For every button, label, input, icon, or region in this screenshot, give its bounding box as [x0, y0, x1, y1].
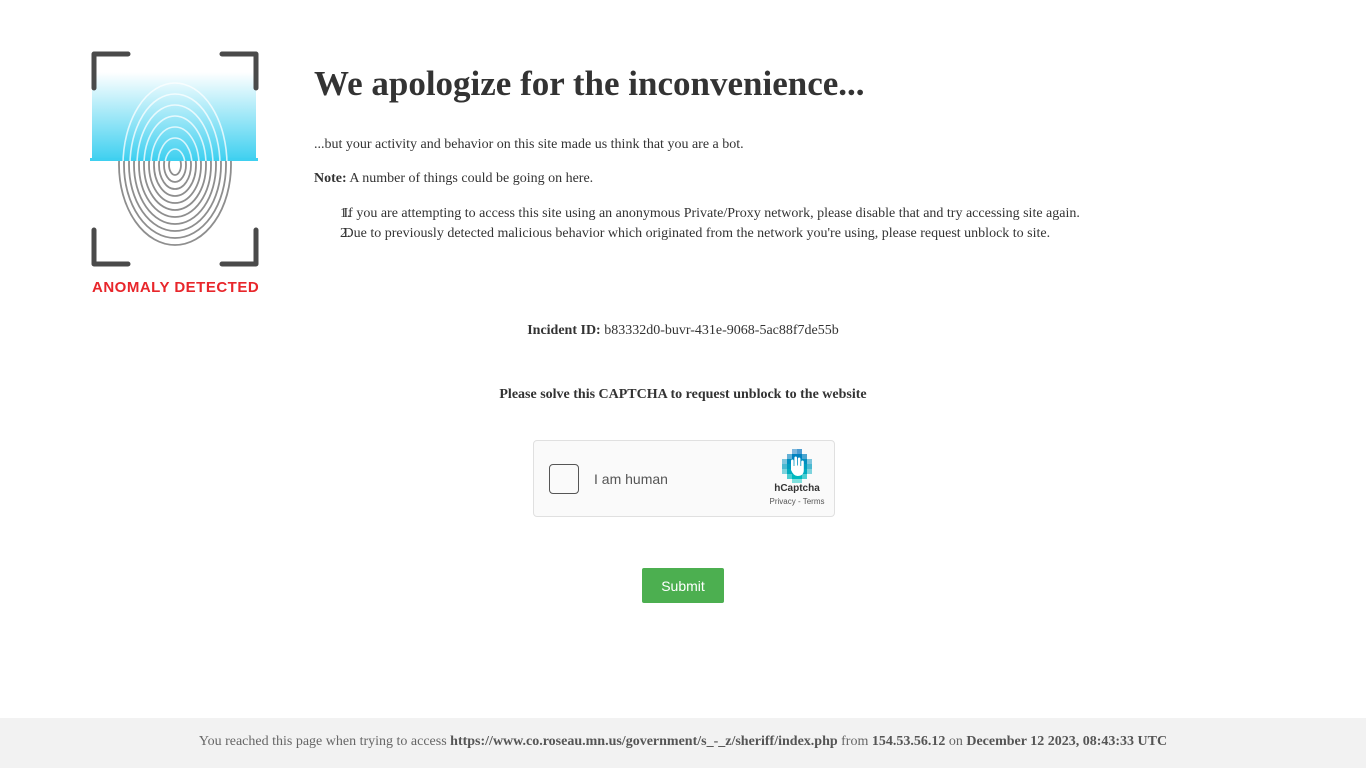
fingerprint-scan-icon — [90, 51, 259, 267]
footer-datetime: December 12 2023, 08:43:33 UTC — [966, 734, 1168, 749]
incident-id: Incident ID: b83332d0-buvr-431e-9068-5ac… — [0, 322, 1366, 340]
terms-link[interactable]: Terms — [803, 497, 825, 506]
submit-button[interactable]: Submit — [642, 568, 724, 603]
list-item: 1. If you are attempting to access this … — [340, 206, 1080, 221]
incident-label: Incident ID: — [527, 323, 601, 338]
incident-value: b83332d0-buvr-431e-9068-5ac88f7de55b — [604, 323, 839, 338]
footer-from: from — [841, 734, 869, 749]
reasons-list: 1. If you are attempting to access this … — [340, 204, 1080, 244]
captcha-checkbox-label: I am human — [594, 471, 668, 487]
anomaly-logo: ANOMALY DETECTED — [90, 50, 265, 300]
hcaptcha-brand: hCaptcha — [774, 483, 820, 494]
captcha-prompt: Please solve this CAPTCHA to request unb… — [499, 387, 867, 402]
hcaptcha-widget: I am human hCaptcha Privacy - Terms — [533, 440, 835, 517]
footer-ip: 154.53.56.12 — [871, 734, 946, 749]
note-text: A number of things could be going on her… — [349, 171, 594, 186]
main-content: We apologize for the inconvenience... ..… — [314, 64, 1314, 241]
footer-url: https://www.co.roseau.mn.us/government/s… — [450, 734, 838, 749]
page-title: We apologize for the inconvenience... — [314, 64, 865, 103]
hcaptcha-links: Privacy - Terms — [764, 497, 830, 506]
footer-prefix: You reached this page when trying to acc… — [198, 734, 447, 749]
captcha-checkbox[interactable] — [549, 464, 579, 494]
privacy-link[interactable]: Privacy — [770, 497, 796, 506]
footer-on: on — [948, 734, 963, 749]
list-item: 2. Due to previously detected malicious … — [340, 226, 1051, 241]
footer: You reached this page when trying to acc… — [0, 718, 1366, 768]
hcaptcha-hand-icon — [782, 449, 812, 483]
link-separator: - — [795, 497, 803, 506]
note-paragraph: Note: A number of things could be going … — [314, 170, 593, 188]
reason-text: Due to previously detected malicious beh… — [343, 226, 1051, 241]
note-label: Note: — [314, 171, 347, 186]
reason-text: If you are attempting to access this sit… — [343, 206, 1080, 221]
anomaly-detected-label: ANOMALY DETECTED — [92, 279, 260, 296]
intro-text: ...but your activity and behavior on thi… — [314, 137, 744, 152]
